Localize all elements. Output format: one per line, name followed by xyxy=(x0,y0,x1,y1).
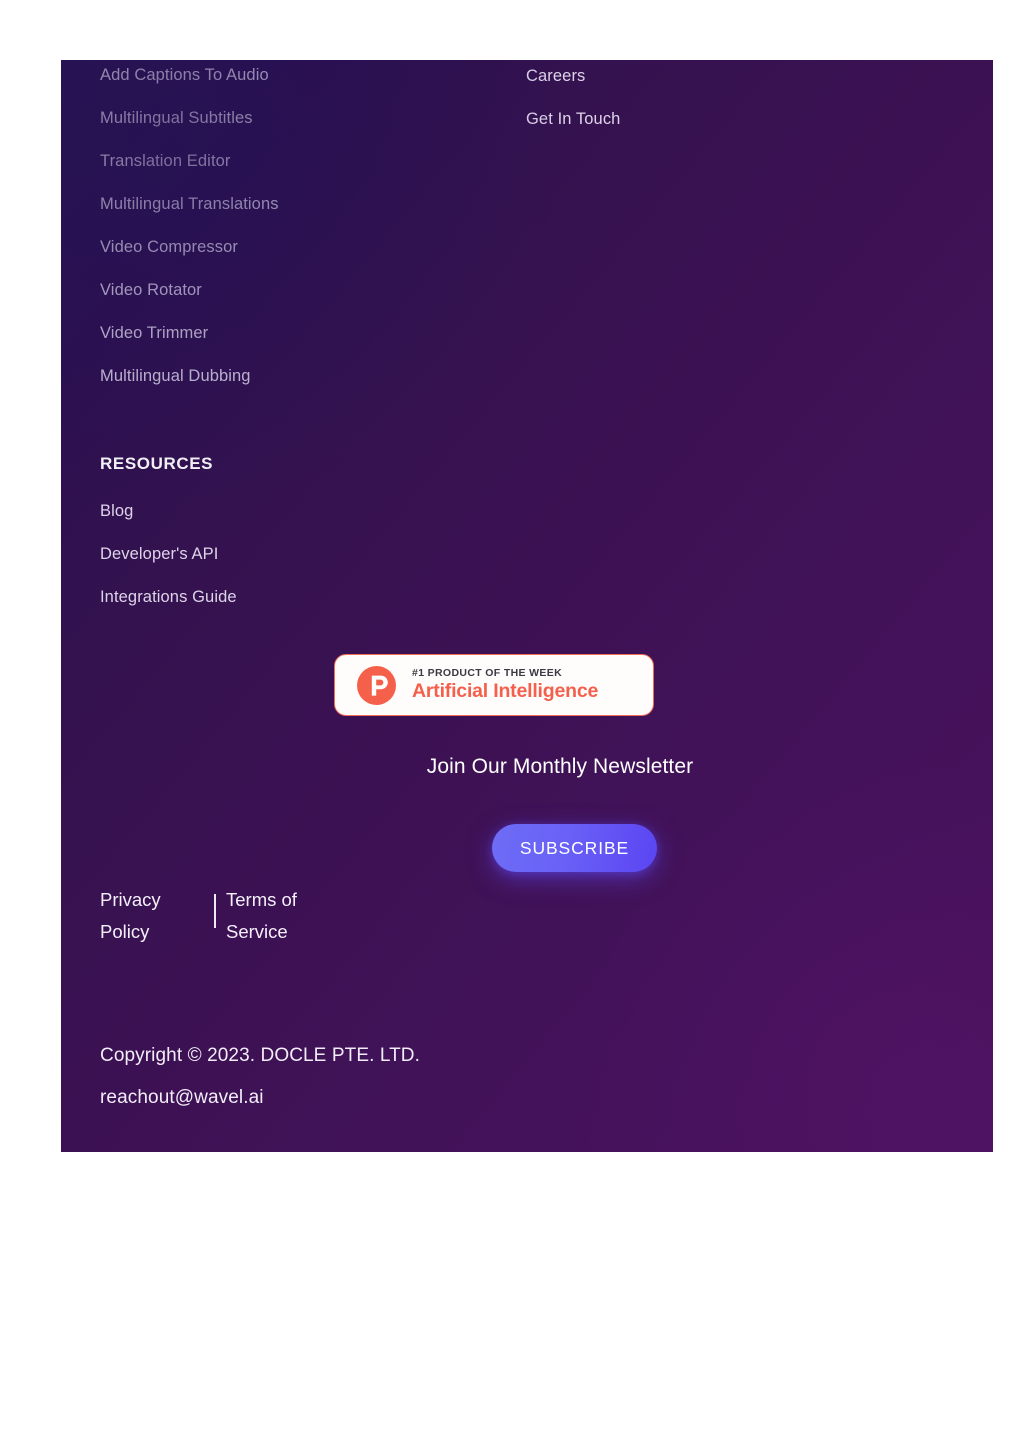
footer-link-developers-api[interactable]: Developer's API xyxy=(100,546,480,563)
footer-link-multilingual-subtitles[interactable]: Multilingual Subtitles xyxy=(100,110,480,127)
footer-link-careers[interactable]: Careers xyxy=(526,68,846,85)
footer-link-multilingual-translations[interactable]: Multilingual Translations xyxy=(100,196,480,213)
product-hunt-logo-icon xyxy=(357,665,396,705)
site-footer: Add Captions To Audio Multilingual Subti… xyxy=(61,60,993,1152)
contact-email-link[interactable]: reachout@wavel.ai xyxy=(100,1077,420,1119)
footer-link-integrations-guide[interactable]: Integrations Guide xyxy=(100,589,480,606)
footer-products-column: Add Captions To Audio Multilingual Subti… xyxy=(100,60,480,411)
footer-link-video-rotator[interactable]: Video Rotator xyxy=(100,282,480,299)
product-hunt-badge[interactable]: #1 PRODUCT OF THE WEEK Artificial Intell… xyxy=(334,654,654,716)
footer-link-video-trimmer[interactable]: Video Trimmer xyxy=(100,325,480,342)
product-hunt-category: Artificial Intelligence xyxy=(412,680,599,703)
footer-company-column: Careers Get In Touch xyxy=(526,60,846,154)
copyright-text: Copyright © 2023. DOCLE PTE. LTD. xyxy=(100,1045,421,1066)
footer-legal-links: Privacy Policy Terms of Service xyxy=(100,884,346,948)
footer-resources-column: RESOURCES Blog Developer's API Integrati… xyxy=(100,455,480,632)
footer-resources-heading: RESOURCES xyxy=(100,454,214,473)
footer-link-video-compressor[interactable]: Video Compressor xyxy=(100,239,480,256)
terms-of-service-link[interactable]: Terms of Service xyxy=(226,884,346,948)
footer-link-multilingual-dubbing[interactable]: Multilingual Dubbing xyxy=(100,368,480,385)
product-hunt-kicker: #1 PRODUCT OF THE WEEK xyxy=(412,666,563,679)
footer-link-add-captions-to-audio[interactable]: Add Captions To Audio xyxy=(100,67,480,84)
footer-link-translation-editor[interactable]: Translation Editor xyxy=(100,153,480,170)
footer-copyright: Copyright © 2023. DOCLE PTE. LTD. reacho… xyxy=(100,1035,420,1119)
newsletter-heading: Join Our Monthly Newsletter xyxy=(426,755,694,778)
footer-link-blog[interactable]: Blog xyxy=(100,503,480,520)
subscribe-button[interactable]: SUBSCRIBE xyxy=(492,824,657,872)
footer-link-get-in-touch[interactable]: Get In Touch xyxy=(526,111,846,128)
legal-separator-divider xyxy=(214,894,216,928)
privacy-policy-link[interactable]: Privacy Policy xyxy=(100,884,200,948)
